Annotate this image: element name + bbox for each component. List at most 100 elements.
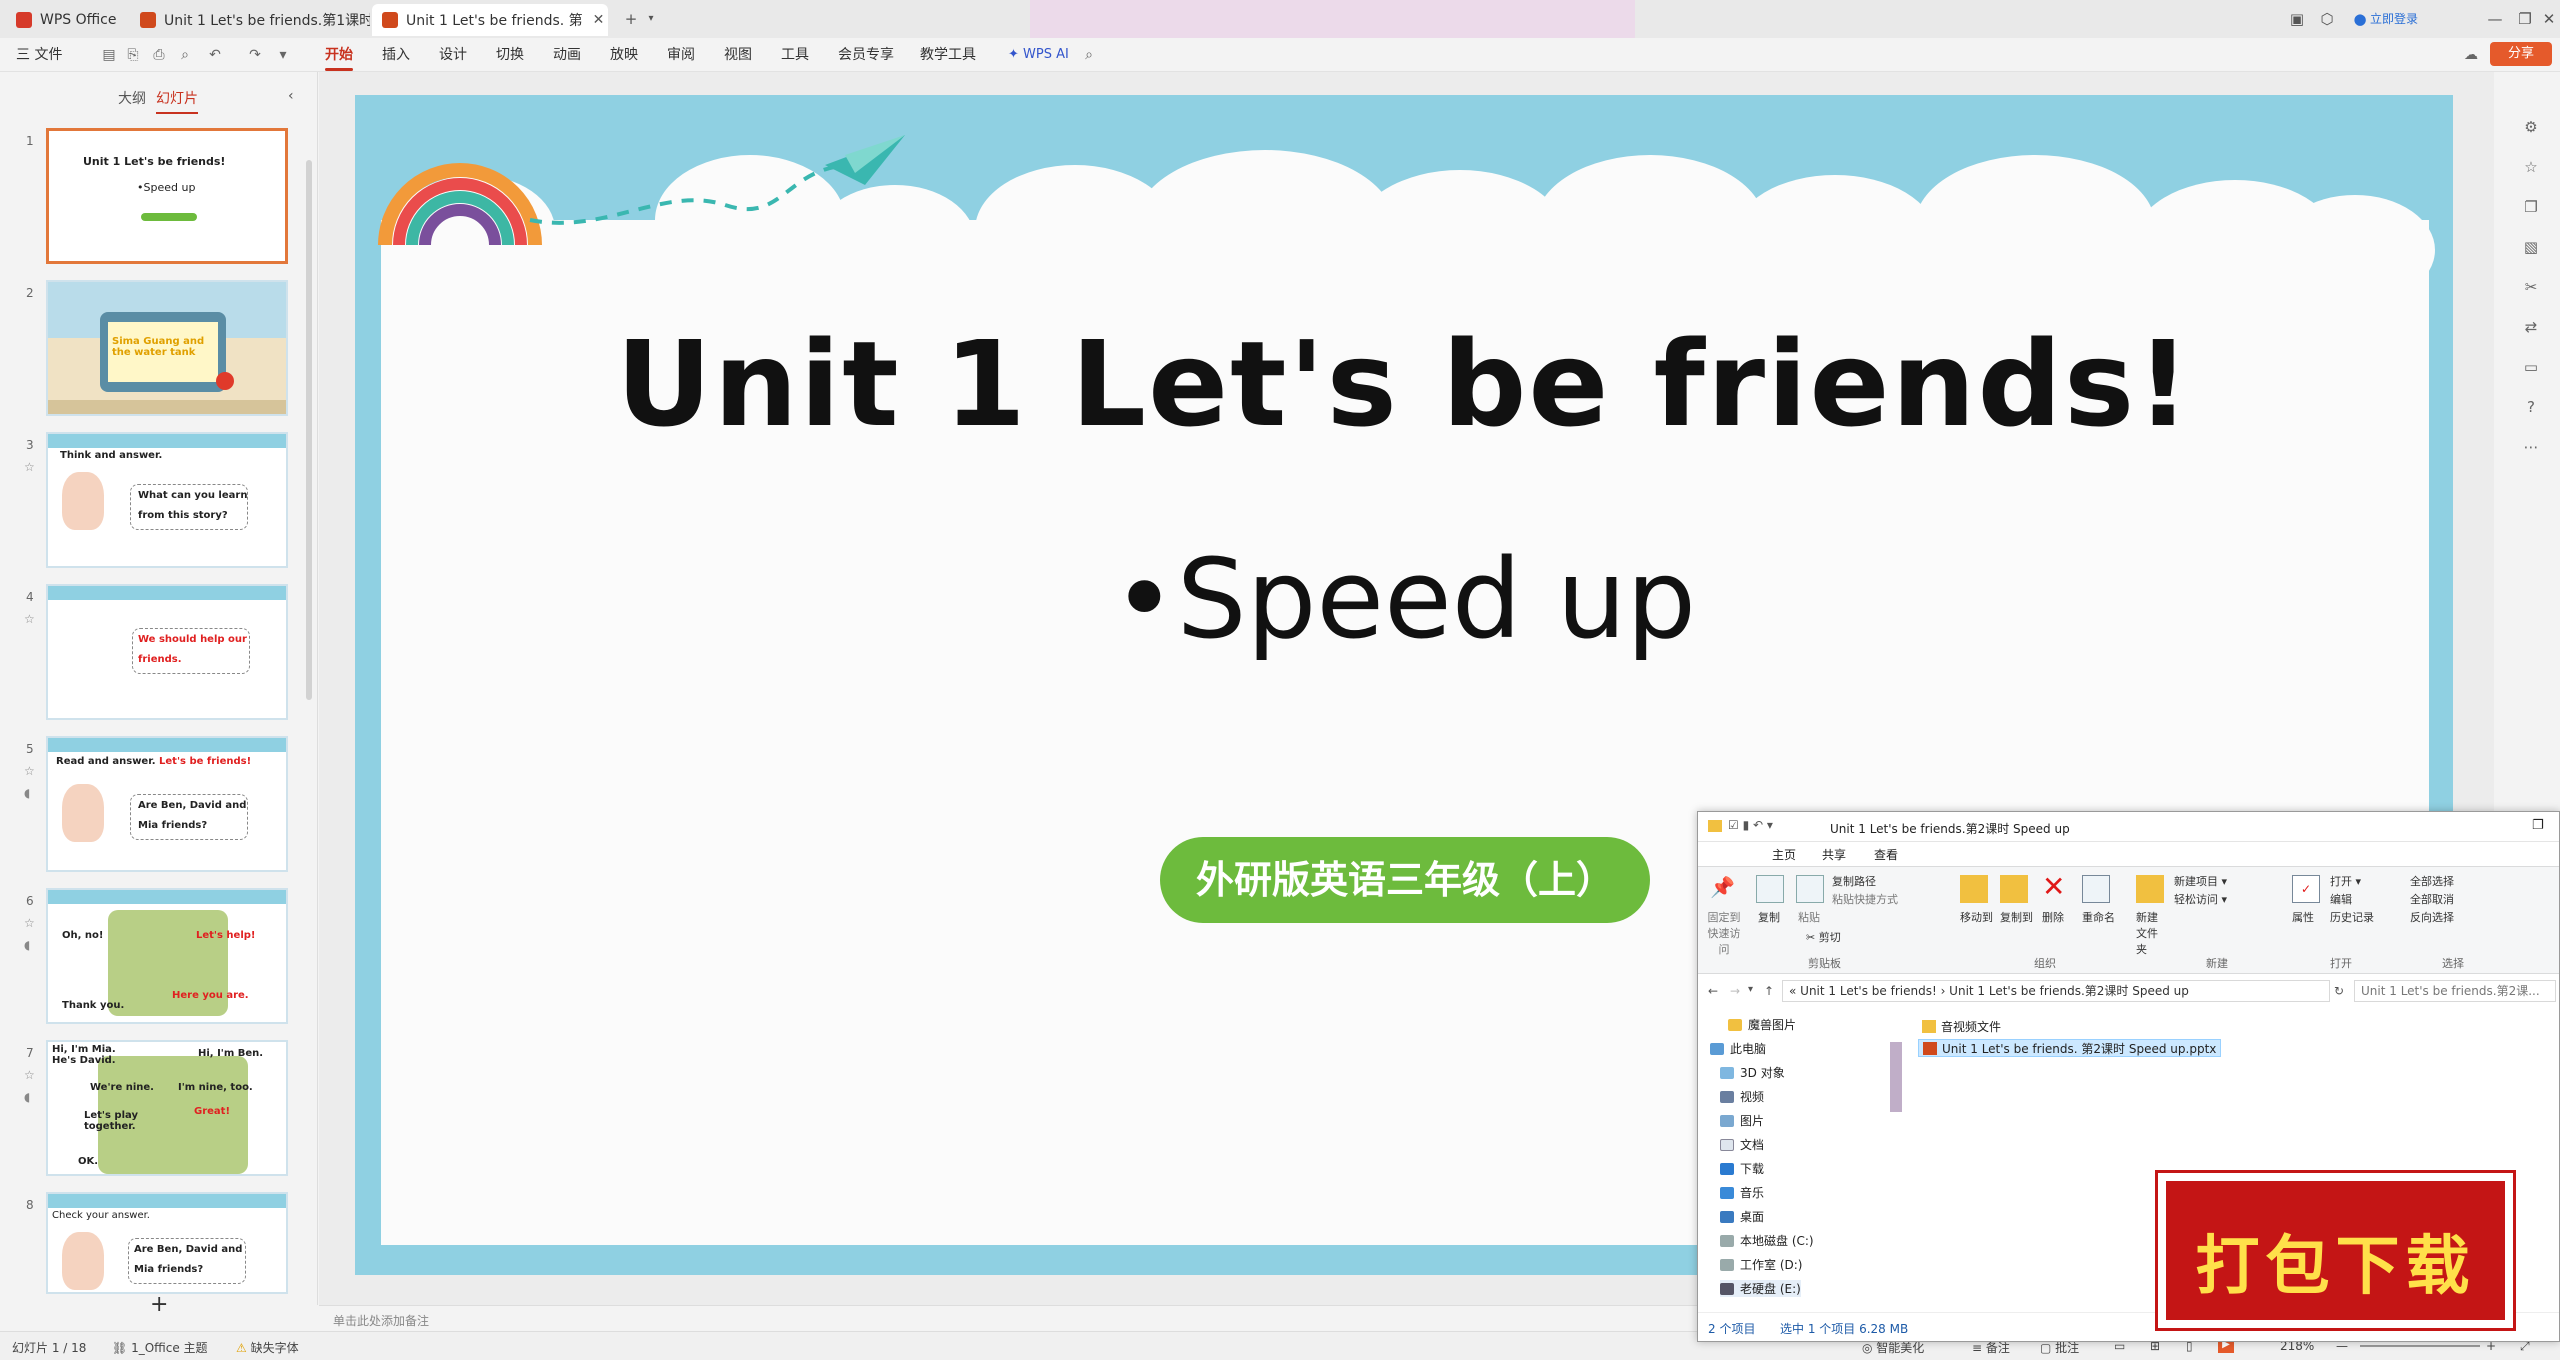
slide-thumb-2[interactable]: Sima Guang and the water tank — [46, 280, 288, 416]
file-menu[interactable]: 三 文件 — [16, 44, 62, 66]
pin-button[interactable]: 固定到快速访问 — [1706, 909, 1742, 957]
nav-item[interactable]: 文档 — [1720, 1136, 1764, 1153]
slide-thumb-1[interactable]: Unit 1 Let's be friends! •Speed up — [46, 128, 288, 264]
missing-font-indicator[interactable]: ⚠ 缺失字体 — [236, 1339, 299, 1356]
translate-icon[interactable]: ⇄ — [2522, 318, 2540, 336]
select-none-button[interactable]: 全部取消 — [2410, 891, 2454, 907]
menu-design[interactable]: 设计 — [439, 44, 467, 66]
file-item-pptx[interactable]: Unit 1 Let's be friends. 第2课时 Speed up.p… — [1918, 1039, 2222, 1057]
menu-insert[interactable]: 插入 — [382, 44, 410, 66]
select-all-button[interactable]: 全部选择 — [2410, 873, 2454, 889]
nav-item[interactable]: 本地磁盘 (C:) — [1720, 1232, 1814, 1249]
dropdown-icon[interactable]: ▾ — [274, 46, 292, 64]
tools-icon[interactable]: ✂ — [2522, 278, 2540, 296]
tab-document-1[interactable]: Unit 1 Let's be friends.第1课时 S — [130, 4, 370, 36]
copy-to-button[interactable]: 复制到 — [2000, 909, 2033, 925]
move-to-button[interactable]: 移动到 — [1960, 909, 1993, 925]
print-preview-icon[interactable]: ⌕ — [176, 46, 194, 64]
nav-item[interactable]: 桌面 — [1720, 1208, 1764, 1225]
login-link[interactable]: 立即登录 — [2370, 6, 2430, 32]
slide-thumb-4[interactable]: We should help our friends. — [46, 584, 288, 720]
grade-badge[interactable]: 外研版英语三年级（上） — [1160, 837, 1650, 923]
open-button[interactable]: 打开 ▾ — [2330, 873, 2361, 889]
print-icon[interactable]: ⎙ — [150, 46, 168, 64]
ribbon-tab-share[interactable]: 共享 — [1822, 846, 1846, 863]
download-stamp-banner[interactable]: 打包下载 — [2158, 1173, 2513, 1328]
cut-button[interactable]: ✂ 剪切 — [1806, 929, 1841, 945]
menu-transition[interactable]: 切换 — [496, 44, 524, 66]
slide-thumb-3[interactable]: Think and answer. What can you learn fro… — [46, 432, 288, 568]
star-icon[interactable]: ☆ — [24, 460, 35, 474]
cloud-icon[interactable]: ☁ — [2462, 46, 2480, 64]
close-window-icon[interactable]: ✕ — [2536, 6, 2560, 32]
nav-item[interactable]: 老硬盘 (E:) — [1720, 1280, 1801, 1297]
chevron-down-icon[interactable]: ▾ — [638, 6, 664, 32]
up-icon[interactable]: ↑ — [1764, 984, 1774, 998]
share-button[interactable]: 分享 — [2490, 42, 2552, 66]
book-icon[interactable]: ▭ — [2522, 358, 2540, 376]
audio-icon[interactable]: ◖ — [24, 1090, 30, 1104]
paste-shortcut-button[interactable]: 粘贴快捷方式 — [1832, 891, 1898, 907]
audio-icon[interactable]: ◖ — [24, 938, 30, 952]
slide-thumb-6[interactable]: Oh, no! Let's help! Thank you. Here you … — [46, 888, 288, 1024]
tab-document-2[interactable]: Unit 1 Let's be friends. 第 ✕ — [372, 4, 608, 36]
collapse-panel-icon[interactable]: ‹ — [288, 88, 294, 104]
search-box[interactable]: Unit 1 Let's be friends.第2课... — [2354, 980, 2556, 1002]
quick-access-toolbar[interactable]: ☑ ▮ ↶ ▾ — [1728, 818, 1773, 832]
export-icon[interactable]: ⎘ — [124, 46, 142, 64]
nav-scrollbar[interactable] — [1890, 1042, 1902, 1112]
save-icon[interactable]: ▤ — [100, 46, 118, 64]
nav-item[interactable]: 工作室 (D:) — [1720, 1256, 1802, 1273]
edit-button[interactable]: 编辑 — [2330, 891, 2352, 907]
tab-slides[interactable]: 幻灯片 — [156, 88, 198, 114]
new-item-button[interactable]: 新建项目 ▾ — [2174, 873, 2227, 889]
nav-item[interactable]: 此电脑 — [1710, 1040, 1766, 1057]
user-icon[interactable]: ● — [2350, 6, 2370, 32]
address-bar[interactable]: « Unit 1 Let's be friends! › Unit 1 Let'… — [1782, 980, 2330, 1002]
ribbon-tab-home[interactable]: 主页 — [1772, 846, 1796, 863]
audio-icon[interactable]: ◖ — [24, 786, 30, 800]
file-item-folder[interactable]: 音视频文件 — [1918, 1017, 2005, 1035]
redo-icon[interactable]: ↷ — [246, 46, 264, 64]
forward-icon[interactable]: → — [1730, 984, 1740, 998]
refresh-icon[interactable]: ↻ — [2334, 984, 2344, 998]
star-icon[interactable]: ☆ — [24, 764, 35, 778]
minimize-icon[interactable]: — — [2482, 6, 2508, 32]
history-button[interactable]: 历史记录 — [2330, 909, 2374, 925]
nav-item[interactable]: 视频 — [1720, 1088, 1764, 1105]
search-icon[interactable]: ⌕ — [1080, 46, 1098, 64]
undo-icon[interactable]: ↶ — [206, 46, 224, 64]
slide-title[interactable]: Unit 1 Let's be friends! — [355, 315, 2453, 453]
more-icon[interactable]: ⋯ — [2522, 438, 2540, 456]
menu-teaching-tools[interactable]: 教学工具 — [920, 44, 976, 66]
help-icon[interactable]: ? — [2522, 398, 2540, 416]
star-icon[interactable]: ☆ — [24, 1068, 35, 1082]
slide-subtitle[interactable]: •Speed up — [355, 535, 2453, 663]
menu-slideshow[interactable]: 放映 — [610, 44, 638, 66]
new-folder-button[interactable]: 新建文件夹 — [2136, 909, 2166, 957]
ribbon-tab-view[interactable]: 查看 — [1874, 846, 1898, 863]
nav-item[interactable]: 图片 — [1720, 1112, 1764, 1129]
zoom-slider[interactable] — [2360, 1345, 2480, 1347]
star-icon[interactable]: ☆ — [24, 916, 35, 930]
invert-selection-button[interactable]: 反向选择 — [2410, 909, 2454, 925]
favorite-icon[interactable]: ☆ — [2522, 158, 2540, 176]
thumbnail-scrollbar[interactable] — [306, 160, 312, 700]
wps-ai-button[interactable]: ✦ WPS AI — [1008, 44, 1069, 66]
theme-indicator[interactable]: ⛓ 1_Office 主题 — [112, 1339, 208, 1356]
slide-thumb-8[interactable]: Check your answer. Are Ben, David and Mi… — [46, 1192, 288, 1294]
restore-icon[interactable]: ❐ — [2512, 6, 2538, 32]
delete-button[interactable]: 删除 — [2042, 909, 2064, 925]
back-icon[interactable]: ← — [1708, 984, 1718, 998]
menu-home[interactable]: 开始 — [325, 44, 353, 71]
tab-wps-office[interactable]: WPS Office — [6, 4, 126, 36]
adjust-icon[interactable]: ⚙ — [2522, 118, 2540, 136]
slide-thumb-5[interactable]: Read and answer. Let's be friends! Are B… — [46, 736, 288, 872]
nav-item[interactable]: 3D 对象 — [1720, 1064, 1785, 1081]
menu-review[interactable]: 审阅 — [667, 44, 695, 66]
restore-icon[interactable]: ❐ — [2532, 818, 2544, 833]
star-icon[interactable]: ☆ — [24, 612, 35, 626]
window-layout-icon[interactable]: ▣ — [2284, 6, 2310, 32]
recent-icon[interactable]: ▾ — [1748, 984, 1753, 995]
slide-thumb-7[interactable]: Hi, I'm Mia. He's David. Hi, I'm Ben. We… — [46, 1040, 288, 1176]
